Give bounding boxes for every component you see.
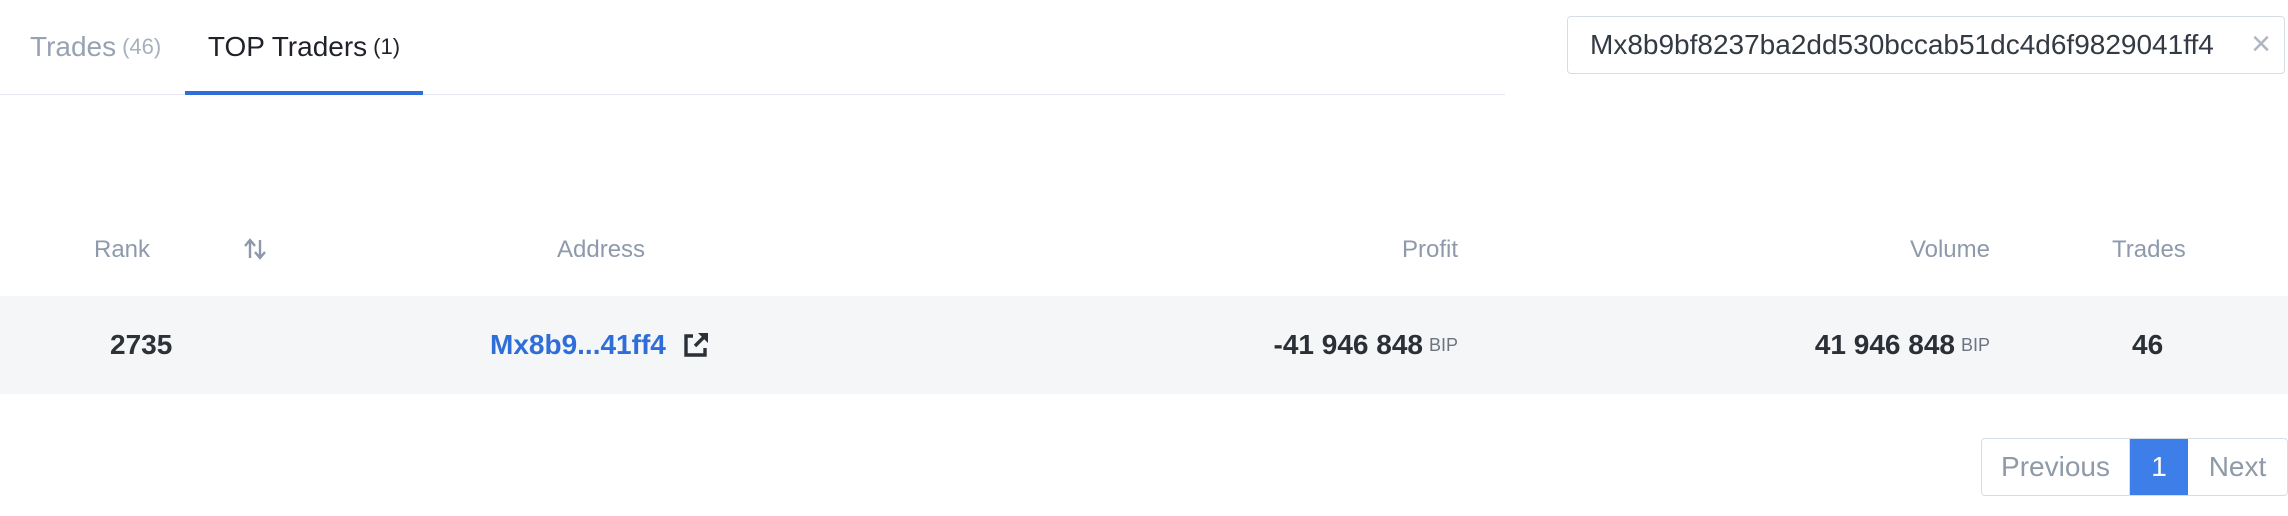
profit-value: -41 946 848: [1273, 329, 1423, 360]
search-box: ×: [1567, 16, 2285, 74]
next-page-button[interactable]: Next: [2188, 439, 2287, 495]
active-tab-indicator: [185, 91, 423, 95]
column-header-trades: Trades: [2112, 236, 2186, 263]
tab-trades[interactable]: Trades (46): [30, 0, 161, 94]
tab-trades-label: Trades: [30, 31, 117, 62]
column-header-profit: Profit: [1401, 236, 1458, 263]
column-header-volume: Volume: [1909, 236, 1990, 263]
profit-cell: -41 946 848 BIP: [1274, 296, 1458, 394]
volume-value: 41 946 848: [1814, 329, 1955, 360]
pagination: Previous 1 Next: [1981, 438, 2288, 496]
column-header-rank: Rank: [94, 236, 151, 263]
page-1-button[interactable]: 1: [2130, 439, 2188, 495]
address-link[interactable]: Mx8b9...41ff4: [490, 329, 666, 361]
tab-top-traders[interactable]: TOP Traders (1): [185, 0, 423, 95]
table-row: 2735 Mx8b9...41ff4 -41 946 848 BIP 41 94…: [0, 296, 2288, 394]
external-link-icon[interactable]: [680, 329, 712, 361]
search-input[interactable]: [1590, 17, 2220, 73]
volume-cell: 41 946 848 BIP: [1815, 296, 1990, 394]
tab-bar: Trades (46) TOP Traders (1): [0, 0, 1505, 95]
column-header-address: Address: [557, 236, 646, 263]
volume-unit: BIP: [1960, 334, 1990, 355]
profit-unit: BIP: [1428, 334, 1458, 355]
tab-trades-count: (46): [122, 34, 162, 59]
close-icon[interactable]: ×: [2246, 25, 2276, 63]
tab-top-traders-count: (1): [373, 34, 401, 59]
tab-top-traders-label: TOP Traders: [207, 31, 368, 62]
previous-page-button[interactable]: Previous: [1982, 439, 2130, 495]
sort-icon[interactable]: [242, 236, 268, 262]
trades-cell: 46: [2132, 329, 2164, 360]
rank-cell: 2735: [110, 329, 173, 360]
address-cell: Mx8b9...41ff4: [490, 296, 712, 394]
